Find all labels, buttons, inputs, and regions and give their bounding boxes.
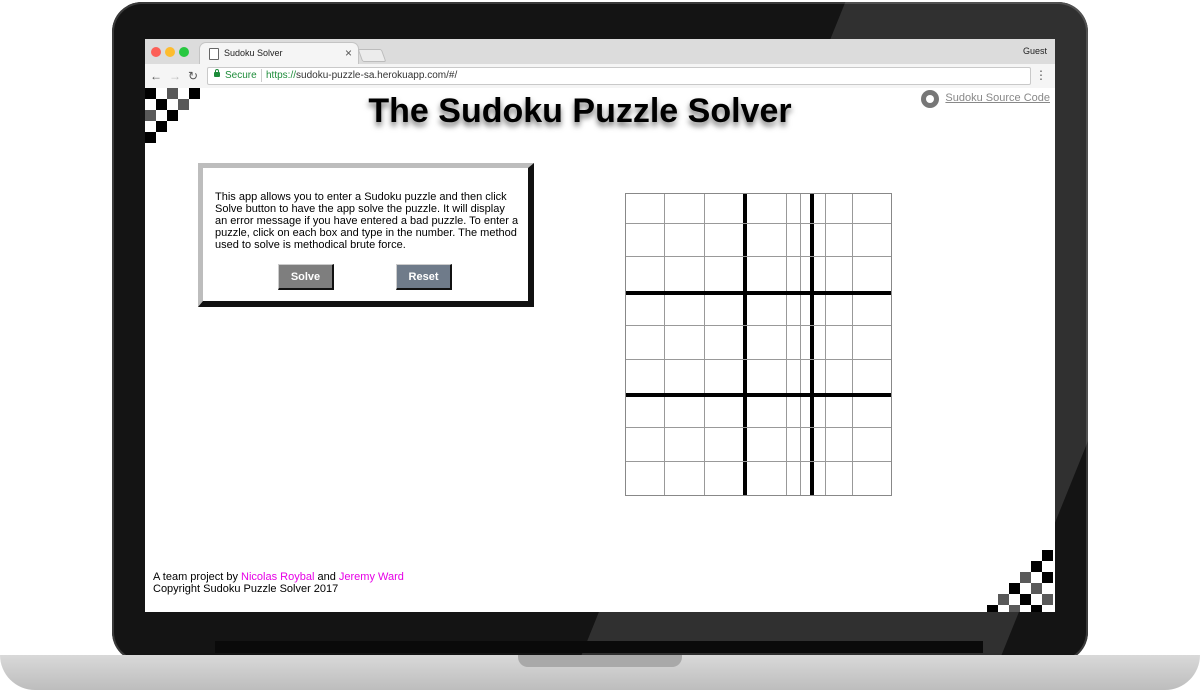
close-window-button[interactable]: [151, 47, 161, 57]
solve-button[interactable]: Solve: [278, 264, 334, 290]
checker-square: [145, 132, 156, 143]
secure-label: Secure: [225, 70, 257, 81]
checker-square: [987, 605, 998, 612]
grid-column-line: [825, 194, 826, 495]
credits-line: A team project by Nicolas Roybal and Jer…: [153, 571, 404, 583]
checker-square: [1031, 605, 1042, 612]
reset-button[interactable]: Reset: [396, 264, 452, 290]
browser-menu-icon[interactable]: ⋮: [1035, 68, 1047, 82]
footer: A team project by Nicolas Roybal and Jer…: [153, 571, 404, 595]
source-code-link[interactable]: Sudoku Source Code: [921, 90, 1050, 108]
grid-column-line: [810, 194, 814, 495]
copyright-text: Copyright Sudoku Puzzle Solver 2017: [153, 583, 339, 595]
grid-row-line: [626, 256, 891, 257]
credits-prefix: A team project by: [153, 571, 242, 583]
browser-toolbar: ← → ↻ Secure https://sudoku-puzzle-sa.he…: [145, 64, 1055, 89]
page-body: The Sudoku Puzzle Solver Sudoku Source C…: [145, 88, 1055, 612]
checker-square: [1009, 605, 1020, 612]
checker-square: [998, 594, 1009, 605]
grid-row-line: [626, 223, 891, 224]
checker-square: [1042, 572, 1053, 583]
grid-column-line: [704, 194, 705, 495]
lock-icon: [214, 69, 220, 77]
grid-column-line: [852, 194, 853, 495]
grid-column-line: [664, 194, 665, 495]
minimize-window-button[interactable]: [165, 47, 175, 57]
checker-square: [1020, 594, 1031, 605]
checker-square: [1009, 583, 1020, 594]
checker-square: [1020, 572, 1031, 583]
tab-close-icon[interactable]: ×: [345, 46, 352, 60]
checker-square: [1031, 561, 1042, 572]
laptop-bezel: [215, 641, 983, 653]
back-icon[interactable]: ←: [150, 69, 162, 83]
author-link-jeremy[interactable]: Jeremy Ward: [339, 571, 404, 583]
checker-square: [1042, 594, 1053, 605]
tab-title: Sudoku Solver: [224, 48, 283, 58]
checker-square: [1031, 583, 1042, 594]
info-panel: This app allows you to enter a Sudoku pu…: [198, 163, 534, 307]
browser-window: Sudoku Solver × Guest ← → ↻ Secure https…: [145, 39, 1055, 612]
grid-row-line: [626, 427, 891, 428]
grid-row-line: [626, 291, 891, 295]
sudoku-grid: [625, 193, 892, 496]
profile-label[interactable]: Guest: [1023, 46, 1047, 56]
address-bar[interactable]: Secure https://sudoku-puzzle-sa.herokuap…: [207, 67, 1031, 85]
browser-tab[interactable]: Sudoku Solver ×: [200, 43, 358, 64]
tab-bar: Sudoku Solver × Guest: [145, 39, 1055, 64]
source-code-link-text[interactable]: Sudoku Source Code: [945, 92, 1050, 104]
url-scheme: https://: [266, 70, 297, 81]
author-link-nicolas[interactable]: Nicolas Roybal: [241, 571, 314, 583]
forward-icon[interactable]: →: [169, 69, 181, 83]
credits-joiner: and: [314, 571, 339, 583]
app-description: This app allows you to enter a Sudoku pu…: [215, 191, 519, 251]
url-text[interactable]: https://sudoku-puzzle-sa.herokuapp.com/#…: [266, 70, 457, 81]
page-title: The Sudoku Puzzle Solver: [368, 92, 792, 130]
laptop-notch: [518, 655, 682, 667]
checker-square: [1042, 550, 1053, 561]
grid-row-line: [626, 461, 891, 462]
grid-row-line: [626, 393, 891, 397]
url-host-path: sudoku-puzzle-sa.herokuapp.com/#/: [296, 70, 458, 81]
grid-column-line: [800, 194, 801, 495]
reload-icon[interactable]: ↻: [188, 69, 198, 83]
grid-row-line: [626, 359, 891, 360]
document-icon: [209, 48, 219, 60]
grid-column-line: [743, 194, 747, 495]
maximize-window-button[interactable]: [179, 47, 189, 57]
new-tab-button[interactable]: [357, 49, 387, 62]
grid-column-line: [786, 194, 787, 495]
grid-row-line: [626, 325, 891, 326]
